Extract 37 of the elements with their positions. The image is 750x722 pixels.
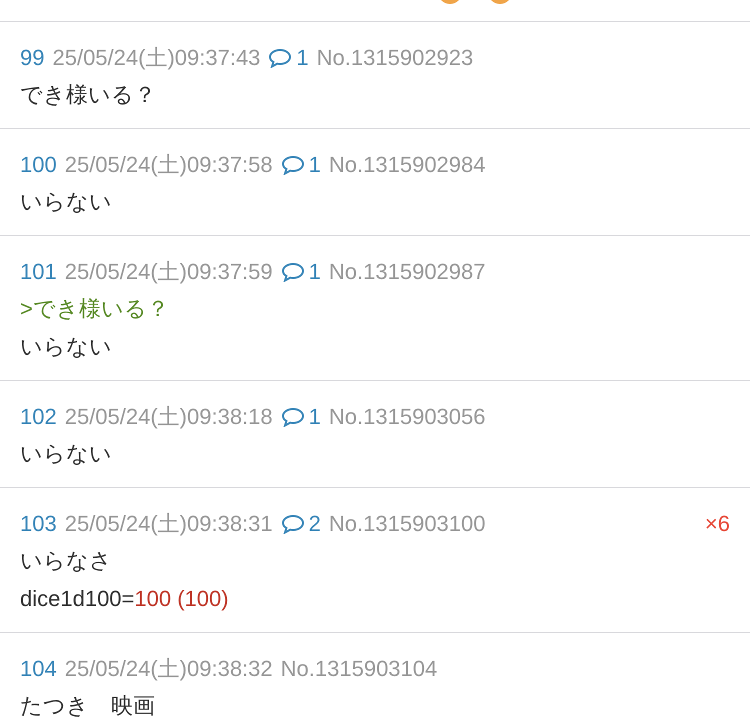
post-date: 25/05/24(土)09:37:58 — [64, 151, 273, 179]
post-id: No.1315902984 — [328, 151, 486, 179]
dice-result-text: dice1d100=100 (100) — [20, 586, 229, 611]
post-id: No.1315903104 — [280, 655, 438, 683]
post-date: 25/05/24(土)09:37:43 — [52, 44, 260, 72]
post-date: 25/05/24(土)09:38:31 — [64, 510, 273, 538]
post-text: いらない — [20, 189, 112, 214]
post-number-link[interactable]: 101 — [20, 254, 57, 290]
post-text: いらない — [20, 441, 112, 466]
post-text: いらなさ — [20, 548, 112, 573]
speech-bubble-icon — [280, 407, 305, 427]
reply-count-link[interactable]: 1 — [280, 254, 321, 290]
reply-count-link[interactable]: 1 — [268, 40, 309, 76]
quoted-text: >でき様いる？ — [20, 296, 169, 321]
post-text: いらない — [20, 334, 112, 359]
post-text: でき様いる？ — [20, 82, 156, 107]
post-number-link[interactable]: 100 — [20, 147, 57, 183]
post-number-link[interactable]: 104 — [20, 651, 57, 687]
speech-bubble-icon — [280, 262, 305, 282]
reply-count-link[interactable]: 1 — [280, 399, 321, 435]
post-text: たつき 映画 — [20, 693, 155, 718]
post-number-link[interactable]: 99 — [20, 40, 44, 76]
speech-bubble-icon — [280, 155, 305, 175]
speech-bubble-icon — [280, 514, 305, 534]
post-number-link[interactable]: 103 — [20, 506, 57, 542]
post-id: No.1315903100 — [328, 510, 486, 538]
speech-bubble-icon — [268, 48, 292, 68]
post-date: 25/05/24(土)09:37:59 — [64, 258, 273, 286]
post-number-link[interactable]: 102 — [20, 399, 57, 435]
post-date: 25/05/24(土)09:38:32 — [64, 655, 273, 683]
like-count: ×6 — [704, 510, 730, 538]
reply-count-link[interactable]: 2 — [280, 506, 321, 542]
post-date: 25/05/24(土)09:38:18 — [64, 403, 273, 431]
post-id: No.1315902923 — [316, 44, 474, 72]
reply-count-link[interactable]: 1 — [280, 147, 321, 183]
post-id: No.1315903056 — [328, 403, 486, 431]
post-id: No.1315902987 — [328, 258, 486, 286]
